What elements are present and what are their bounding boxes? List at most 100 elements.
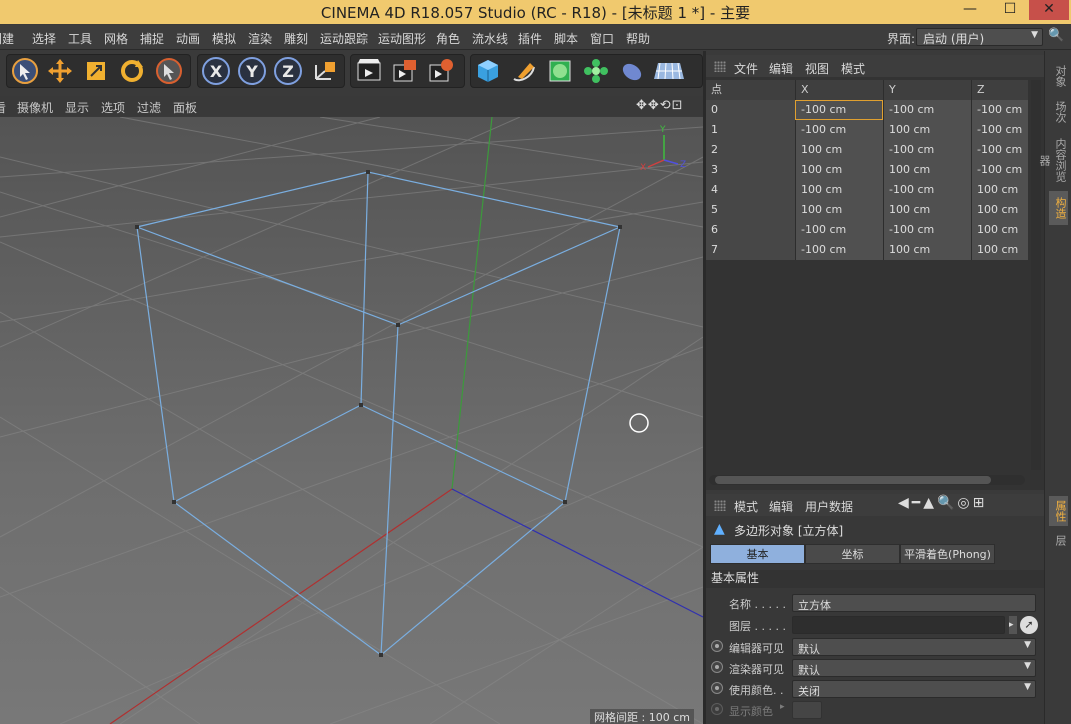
table-cell[interactable]: 5	[706, 200, 795, 220]
render-visible-dropdown[interactable]: 默认 ▼	[792, 659, 1036, 677]
table-cell[interactable]: 100 cm	[883, 160, 971, 180]
table-cell[interactable]: -100 cm	[883, 140, 971, 160]
table-cell[interactable]: 4	[706, 180, 795, 200]
viewport-menu-display[interactable]: 显示	[65, 99, 89, 116]
minimize-button[interactable]: —	[950, 0, 990, 20]
table-cell[interactable]: 100 cm	[971, 240, 1028, 260]
table-row[interactable]: 5 100 cm 100 cm 100 cm	[706, 200, 1028, 220]
attribute-menu-mode[interactable]: 模式	[734, 498, 758, 515]
tab-objects[interactable]: 对象	[1049, 59, 1068, 93]
menu-plugins[interactable]: 插件	[518, 30, 542, 47]
table-cell[interactable]: 100 cm	[971, 220, 1028, 240]
use-color-dropdown[interactable]: 关闭 ▼	[792, 680, 1036, 698]
table-cell[interactable]: 100 cm	[795, 180, 883, 200]
scrollbar-thumb[interactable]	[715, 476, 991, 484]
animate-radio[interactable]	[711, 661, 723, 673]
menu-select[interactable]: 选择	[32, 30, 56, 47]
picker-icon[interactable]: ➚	[1020, 616, 1038, 634]
table-cell[interactable]: 3	[706, 160, 795, 180]
structure-menu-edit[interactable]: 编辑	[769, 60, 793, 77]
z-axis-lock-icon[interactable]: Z	[272, 55, 304, 87]
table-cell[interactable]: -100 cm	[971, 120, 1028, 140]
tab-attributes[interactable]: 属性	[1049, 496, 1068, 526]
menu-render[interactable]: 渲染	[248, 30, 272, 47]
cube-object-icon[interactable]	[472, 55, 504, 87]
cube-wireframe[interactable]	[134, 171, 622, 656]
menu-create[interactable]: 创建	[0, 30, 14, 47]
table-cell[interactable]: -100 cm	[971, 160, 1028, 180]
live-select-tool-icon[interactable]	[9, 55, 41, 87]
table-cell[interactable]: 100 cm	[971, 200, 1028, 220]
name-field[interactable]: 立方体	[792, 594, 1036, 612]
viewport-menu-camera[interactable]: 摄像机	[17, 99, 53, 116]
table-cell[interactable]: 100 cm	[883, 120, 971, 140]
table-cell[interactable]: 100 cm	[795, 140, 883, 160]
viewport-navigation-icons[interactable]: ✥✥⟲⊡	[636, 98, 684, 113]
maximize-button[interactable]: ☐	[990, 0, 1030, 20]
table-cell[interactable]: 100 cm	[883, 200, 971, 220]
x-axis-lock-icon[interactable]: X	[200, 55, 232, 87]
animate-radio[interactable]	[711, 682, 723, 694]
menu-mesh[interactable]: 网格	[104, 30, 128, 47]
layer-field[interactable]	[792, 616, 1005, 634]
scale-tool-icon[interactable]	[80, 55, 112, 87]
menu-character[interactable]: 角色	[436, 30, 460, 47]
rotate-tool-icon[interactable]	[116, 55, 148, 87]
cloner-icon[interactable]	[580, 55, 612, 87]
render-view-icon[interactable]	[353, 55, 385, 87]
panel-grip-icon[interactable]	[714, 61, 726, 72]
structure-menu-mode[interactable]: 模式	[841, 60, 865, 77]
table-cell[interactable]: -100 cm	[883, 180, 971, 200]
table-cell[interactable]: 1	[706, 120, 795, 140]
tab-takes[interactable]: 场次	[1049, 95, 1068, 129]
close-button[interactable]: ✕	[1029, 0, 1069, 20]
search-icon[interactable]: 🔍	[1048, 28, 1068, 47]
menu-animate[interactable]: 动画	[176, 30, 200, 47]
deformer-icon[interactable]	[616, 55, 648, 87]
table-row[interactable]: 1 -100 cm 100 cm -100 cm	[706, 120, 1028, 140]
menu-help[interactable]: 帮助	[626, 30, 650, 47]
animate-radio[interactable]	[711, 640, 723, 652]
menu-tools[interactable]: 工具	[68, 30, 92, 47]
menu-sculpt[interactable]: 雕刻	[284, 30, 308, 47]
viewport-menu-panel[interactable]: 面板	[173, 99, 197, 116]
table-cell[interactable]: 100 cm	[971, 180, 1028, 200]
horizontal-scrollbar[interactable]	[709, 475, 1025, 485]
table-row[interactable]: 7 -100 cm 100 cm 100 cm	[706, 240, 1028, 260]
subdivision-surface-icon[interactable]	[544, 55, 576, 87]
table-cell[interactable]: -100 cm	[883, 220, 971, 240]
table-cell[interactable]: 100 cm	[795, 200, 883, 220]
menu-script[interactable]: 脚本	[554, 30, 578, 47]
viewport-menu-options[interactable]: 选项	[101, 99, 125, 116]
attribute-menu-userdata[interactable]: 用户数据	[805, 498, 853, 515]
layout-dropdown[interactable]: 启动 (用户) ▼	[916, 28, 1043, 46]
tab-basic[interactable]: 基本	[710, 544, 805, 564]
table-cell[interactable]: -100 cm	[971, 100, 1028, 120]
tab-structure[interactable]: 构造	[1049, 191, 1068, 225]
table-cell[interactable]: -100 cm	[795, 220, 883, 240]
table-cell[interactable]: -100 cm	[795, 100, 883, 120]
tab-coordinates[interactable]: 坐标	[805, 544, 900, 564]
table-cell[interactable]: 100 cm	[795, 160, 883, 180]
menu-snap[interactable]: 捕捉	[140, 30, 164, 47]
table-cell[interactable]: 7	[706, 240, 795, 260]
move-tool-icon[interactable]	[44, 55, 76, 87]
table-cell[interactable]: -100 cm	[795, 240, 883, 260]
attribute-nav-icons[interactable]: ◀━▲🔍◎⊞	[898, 495, 987, 511]
table-cell[interactable]: -100 cm	[883, 100, 971, 120]
y-axis-lock-icon[interactable]: Y	[236, 55, 268, 87]
structure-menu-view[interactable]: 视图	[805, 60, 829, 77]
viewport-menu-filter[interactable]: 过滤	[137, 99, 161, 116]
tab-layers[interactable]: 层	[1049, 529, 1068, 551]
menu-mograph[interactable]: 运动图形	[378, 30, 426, 47]
render-to-picture-viewer-icon[interactable]	[389, 55, 421, 87]
table-row[interactable]: 0 -100 cm -100 cm -100 cm	[706, 100, 1028, 120]
table-cell[interactable]: -100 cm	[795, 120, 883, 140]
menu-window[interactable]: 窗口	[590, 30, 614, 47]
coordinate-system-icon[interactable]	[309, 55, 341, 87]
table-cell[interactable]: 0	[706, 100, 795, 120]
attribute-menu-edit[interactable]: 编辑	[769, 498, 793, 515]
table-row[interactable]: 4 100 cm -100 cm 100 cm	[706, 180, 1028, 200]
panel-grip-icon[interactable]	[714, 500, 726, 511]
table-row[interactable]: 2 100 cm -100 cm -100 cm	[706, 140, 1028, 160]
